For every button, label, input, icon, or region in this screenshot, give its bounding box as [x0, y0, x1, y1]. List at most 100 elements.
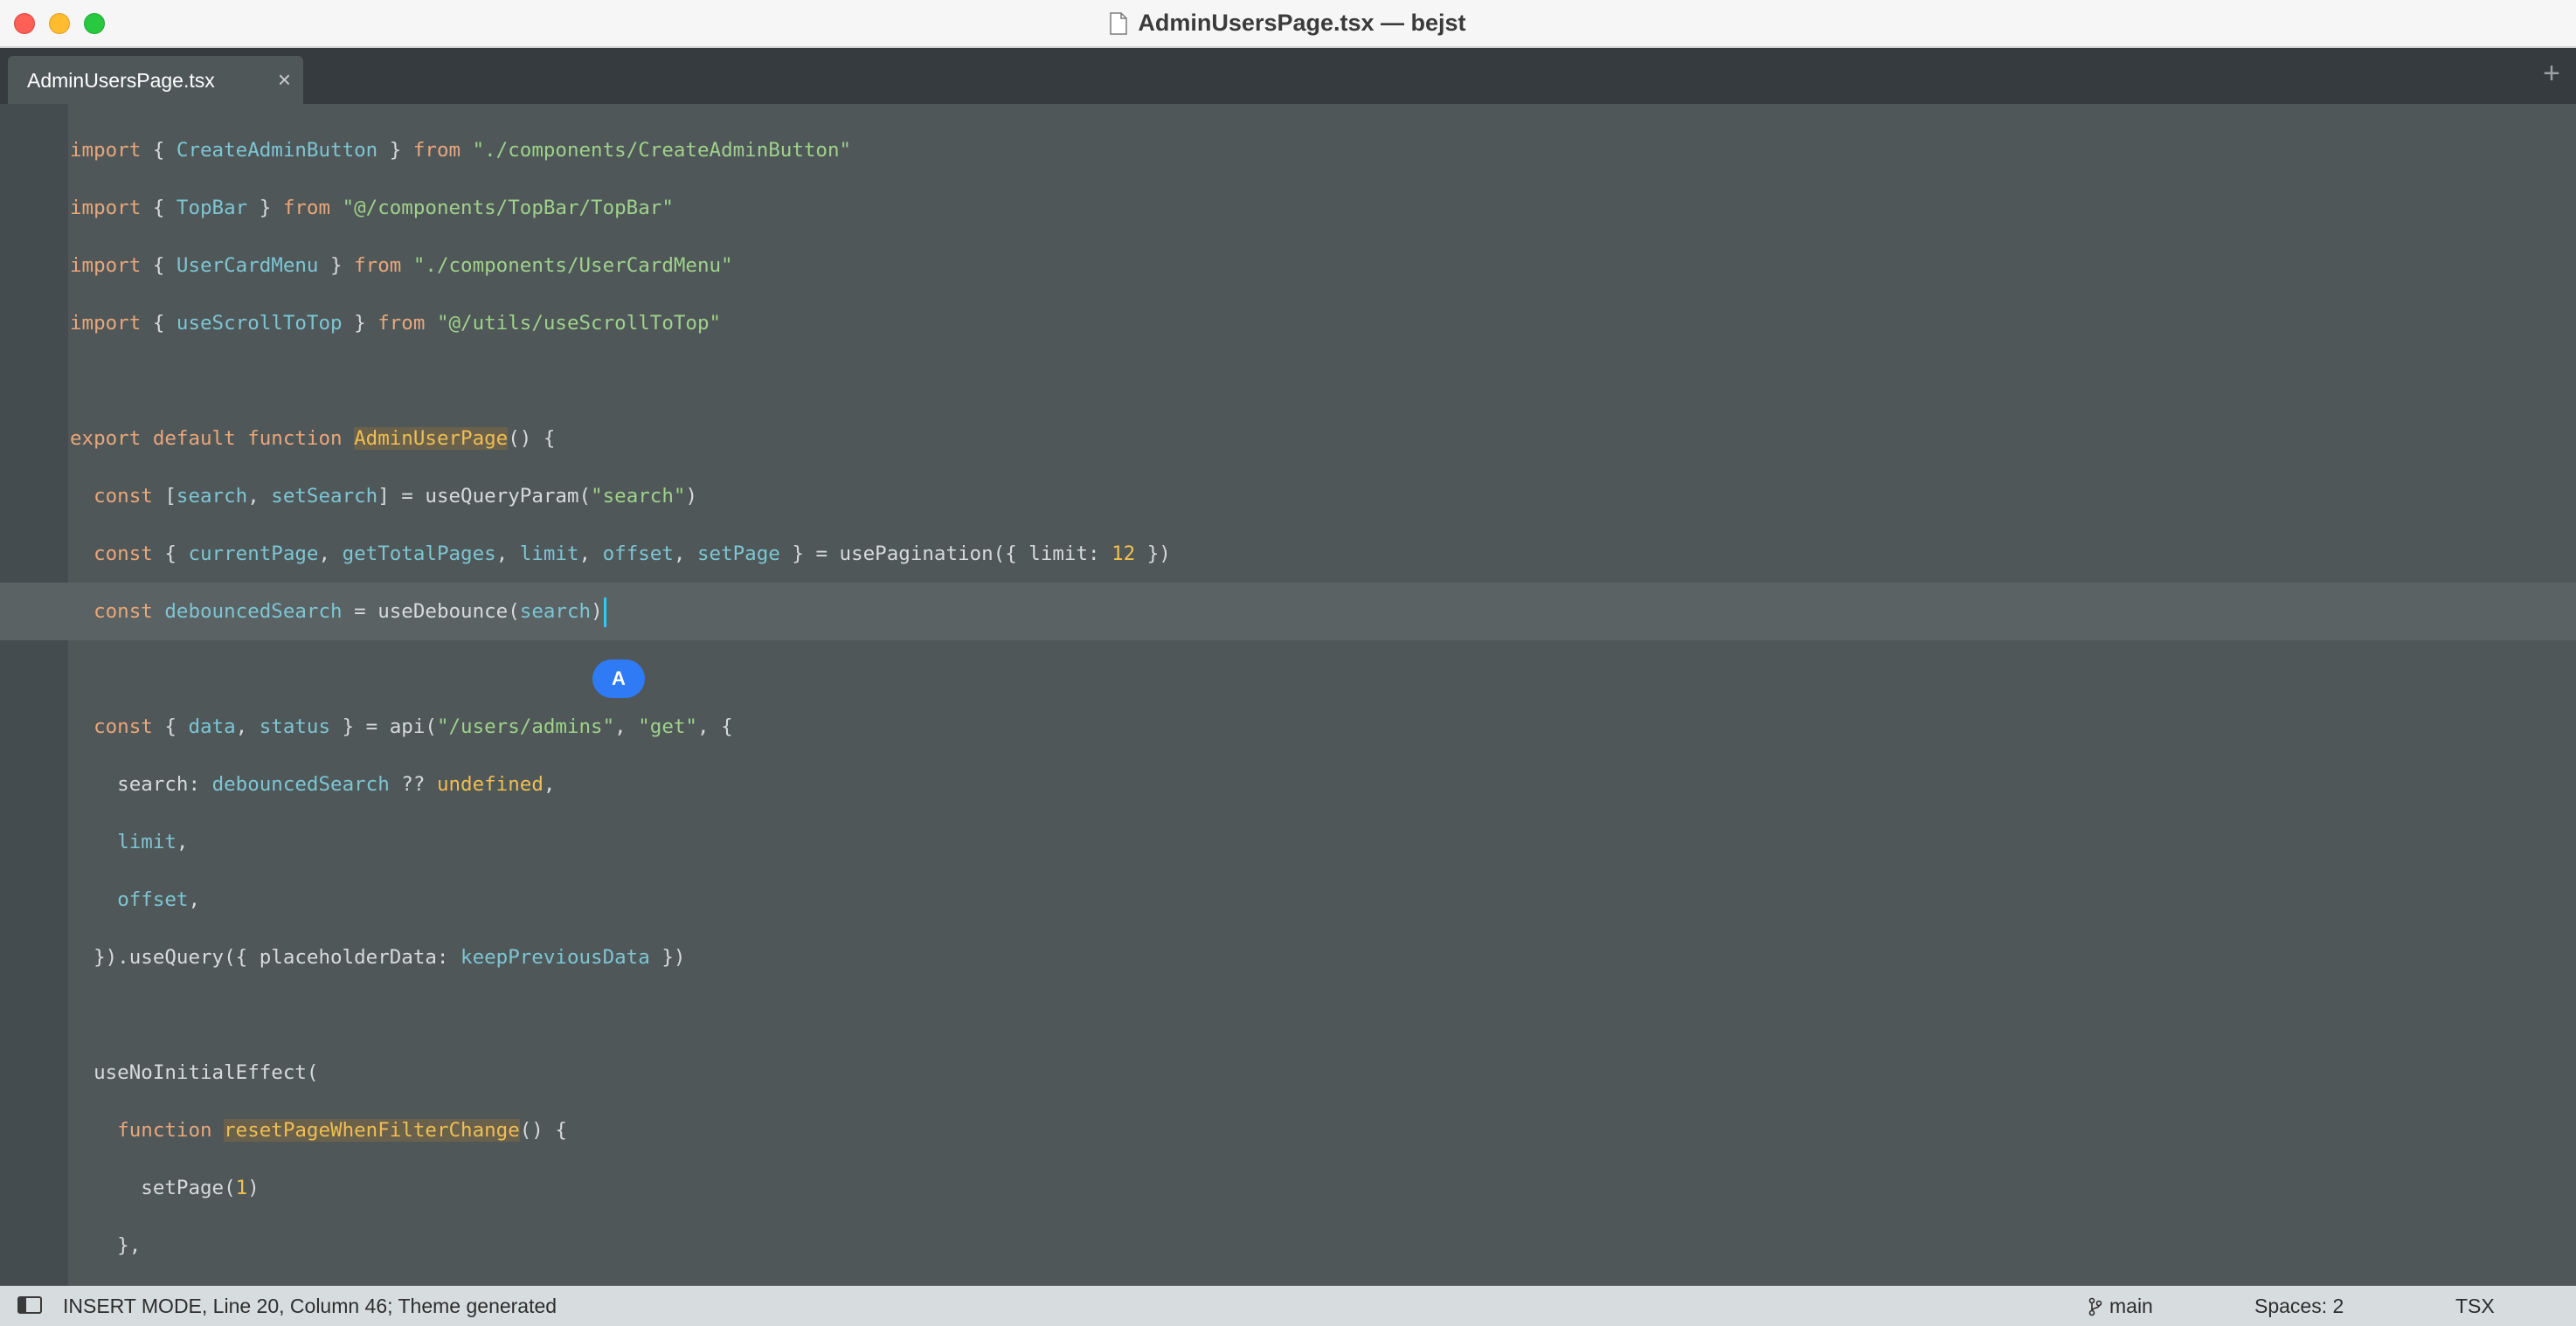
code-line[interactable]: const debouncedSearch = useDebounce(sear… [0, 583, 2576, 640]
code-line[interactable]: import { UserCardMenu } from "./componen… [0, 237, 2576, 294]
code-line[interactable]: offset, [0, 871, 2576, 929]
title-bar: AdminUsersPage.tsx — bejst [0, 0, 2576, 48]
code-line[interactable]: }).useQuery({ placeholderData: keepPrevi… [0, 929, 2576, 986]
status-bar: INSERT MODE, Line 20, Column 46; Theme g… [0, 1286, 2576, 1326]
code-token: , [673, 542, 697, 565]
code-lines[interactable]: import { CreateAdminButton } from "./com… [0, 121, 2576, 1274]
completion-avatar-badge[interactable]: A [592, 660, 645, 698]
code-token: ) [591, 600, 603, 623]
code-token: , [188, 888, 201, 911]
code-token: "@/utils/useScrollToTop" [436, 312, 722, 335]
status-mode: INSERT MODE, Line 20, Column 46; Theme g… [63, 1295, 557, 1317]
code-token: from [282, 197, 331, 219]
code-token: "./components/UserCardMenu" [412, 254, 733, 277]
code-token: ] = useQueryParam( [377, 485, 592, 508]
code-token: "get" [638, 715, 697, 738]
code-token: import [70, 197, 142, 219]
code-token: getTotalPages [342, 542, 496, 565]
code-token: useScrollToTop [176, 312, 343, 335]
code-token: search [176, 485, 248, 508]
code-token: { [152, 715, 189, 738]
code-token: const [93, 542, 153, 565]
code-token: const [93, 715, 153, 738]
code-token: export [70, 427, 142, 450]
code-token: limit [117, 831, 177, 853]
document-icon [1110, 11, 1128, 35]
code-token: import [70, 312, 142, 335]
text-cursor [603, 597, 606, 627]
code-token: } = usePagination({ limit: [779, 542, 1112, 565]
code-token: { [141, 254, 177, 277]
code-token: { [141, 197, 177, 219]
code-line[interactable]: import { CreateAdminButton } from "./com… [0, 121, 2576, 179]
code-line[interactable]: setPage(1) [0, 1159, 2576, 1217]
code-token: resetPageWhenFilterChange [224, 1119, 520, 1142]
code-token: AdminUserPage [354, 427, 509, 450]
code-line[interactable] [0, 640, 2576, 698]
code-token: , [176, 831, 189, 853]
code-token: import [70, 254, 142, 277]
window-title: AdminUsersPage.tsx — bejst [1138, 10, 1466, 36]
code-token: 1 [235, 1177, 248, 1199]
code-token: }) [1135, 542, 1171, 565]
code-token: = useDebounce( [342, 600, 520, 623]
code-token: offset [602, 542, 674, 565]
code-token: "./components/CreateAdminButton" [472, 139, 852, 162]
code-token: , [318, 542, 343, 565]
new-tab-button[interactable]: + [2543, 57, 2560, 91]
code-token: "search" [591, 485, 686, 508]
code-token: data [188, 715, 236, 738]
tab-label: AdminUsersPage.tsx [27, 69, 215, 92]
tab-adminuserspage[interactable]: AdminUsersPage.tsx × [8, 56, 303, 104]
code-line[interactable]: useNoInitialEffect( [0, 1044, 2576, 1102]
code-line[interactable]: const [search, setSearch] = useQueryPara… [0, 467, 2576, 525]
close-tab-icon[interactable]: × [278, 66, 291, 93]
code-token: import [70, 139, 142, 162]
code-token: limit [519, 542, 579, 565]
code-token: } [318, 254, 355, 277]
code-line[interactable]: }, [0, 1217, 2576, 1274]
code-token: function [247, 427, 343, 450]
code-line[interactable]: const { data, status } = api("/users/adm… [0, 698, 2576, 756]
indentation-setting[interactable]: Spaces: 2 [2254, 1295, 2344, 1318]
code-token: { [152, 542, 189, 565]
code-line[interactable]: import { TopBar } from "@/components/Top… [0, 179, 2576, 237]
code-line[interactable] [0, 352, 2576, 410]
code-token: , [247, 485, 272, 508]
code-line[interactable]: const { currentPage, getTotalPages, limi… [0, 525, 2576, 583]
sidebar-toggle-icon[interactable] [17, 1296, 42, 1314]
tab-bar: AdminUsersPage.tsx × + [0, 48, 2576, 104]
code-line[interactable]: function resetPageWhenFilterChange() { [0, 1102, 2576, 1159]
code-editor[interactable]: import { CreateAdminButton } from "./com… [0, 104, 2576, 1286]
code-token: 12 [1111, 542, 1136, 565]
code-token: UserCardMenu [176, 254, 319, 277]
code-line[interactable] [0, 986, 2576, 1044]
code-token: , [578, 542, 603, 565]
code-token: undefined [436, 773, 544, 796]
code-token: } [377, 139, 413, 162]
code-token: , [543, 773, 556, 796]
code-line[interactable]: search: debouncedSearch ?? undefined, [0, 756, 2576, 813]
code-token: from [354, 254, 402, 277]
code-token: TopBar [176, 197, 248, 219]
code-token: , [614, 715, 639, 738]
code-token: setPage [696, 542, 780, 565]
code-token: { [141, 312, 177, 335]
code-token: () { [519, 1119, 567, 1142]
code-token: "@/components/TopBar/TopBar" [342, 197, 674, 219]
code-token: debouncedSearch [211, 773, 390, 796]
code-token: }).useQuery({ placeholderData: [70, 946, 461, 969]
code-line[interactable]: import { useScrollToTop } from "@/utils/… [0, 294, 2576, 352]
language-mode[interactable]: TSX [2455, 1295, 2495, 1318]
code-line[interactable]: export default function AdminUserPage() … [0, 410, 2576, 467]
code-token: setPage( [70, 1177, 236, 1199]
git-branch[interactable]: main [2088, 1295, 2153, 1318]
code-line[interactable]: limit, [0, 813, 2576, 871]
